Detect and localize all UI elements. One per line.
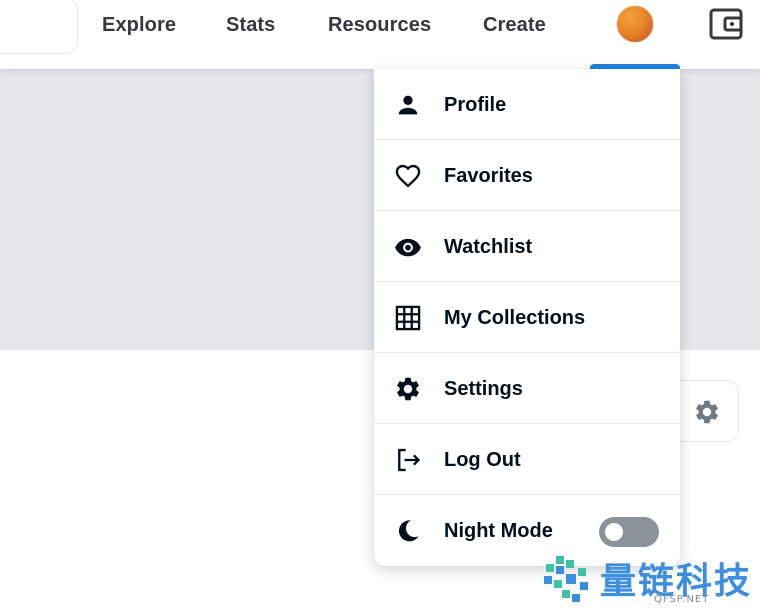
grid-icon: [395, 305, 421, 331]
menu-item-label: Night Mode: [444, 520, 553, 542]
heart-icon: [395, 164, 421, 188]
top-navbar: Explore Stats Resources Create: [0, 0, 760, 69]
menu-item-label: Favorites: [444, 165, 533, 187]
profile-dropdown-menu: Profile Favorites Watchlist My Collectio…: [374, 69, 680, 566]
menu-item-favorites[interactable]: Favorites: [374, 140, 680, 211]
nav-explore[interactable]: Explore: [102, 10, 176, 40]
logout-icon: [398, 448, 421, 472]
eye-icon: [395, 238, 421, 257]
menu-item-label: Settings: [444, 378, 523, 400]
watermark-logo: 量链科技 QFSP.NET: [540, 548, 760, 608]
toggle-knob: [605, 523, 623, 541]
gear-icon: [696, 400, 718, 424]
watermark-mark-icon: [544, 556, 588, 602]
nav-create[interactable]: Create: [483, 10, 546, 40]
moon-icon: [398, 520, 419, 542]
menu-item-label: Profile: [444, 94, 507, 116]
menu-item-log-out[interactable]: Log Out: [374, 424, 680, 495]
gear-icon: [397, 377, 419, 401]
menu-item-my-collections[interactable]: My Collections: [374, 282, 680, 353]
menu-item-label: Watchlist: [444, 236, 533, 258]
user-avatar[interactable]: [616, 5, 654, 43]
nav-stats[interactable]: Stats: [226, 10, 275, 40]
watermark-subtext: QFSP.NET: [654, 594, 710, 605]
person-icon: [398, 95, 418, 115]
menu-item-label: My Collections: [444, 307, 586, 329]
wallet-icon[interactable]: [706, 6, 746, 42]
search-input[interactable]: [0, 0, 78, 54]
menu-item-label: Log Out: [444, 449, 521, 471]
night-mode-toggle[interactable]: [599, 517, 659, 547]
menu-item-watchlist[interactable]: Watchlist: [374, 211, 680, 282]
nav-resources[interactable]: Resources: [328, 10, 431, 40]
menu-item-settings[interactable]: Settings: [374, 353, 680, 424]
menu-item-profile[interactable]: Profile: [374, 69, 680, 140]
